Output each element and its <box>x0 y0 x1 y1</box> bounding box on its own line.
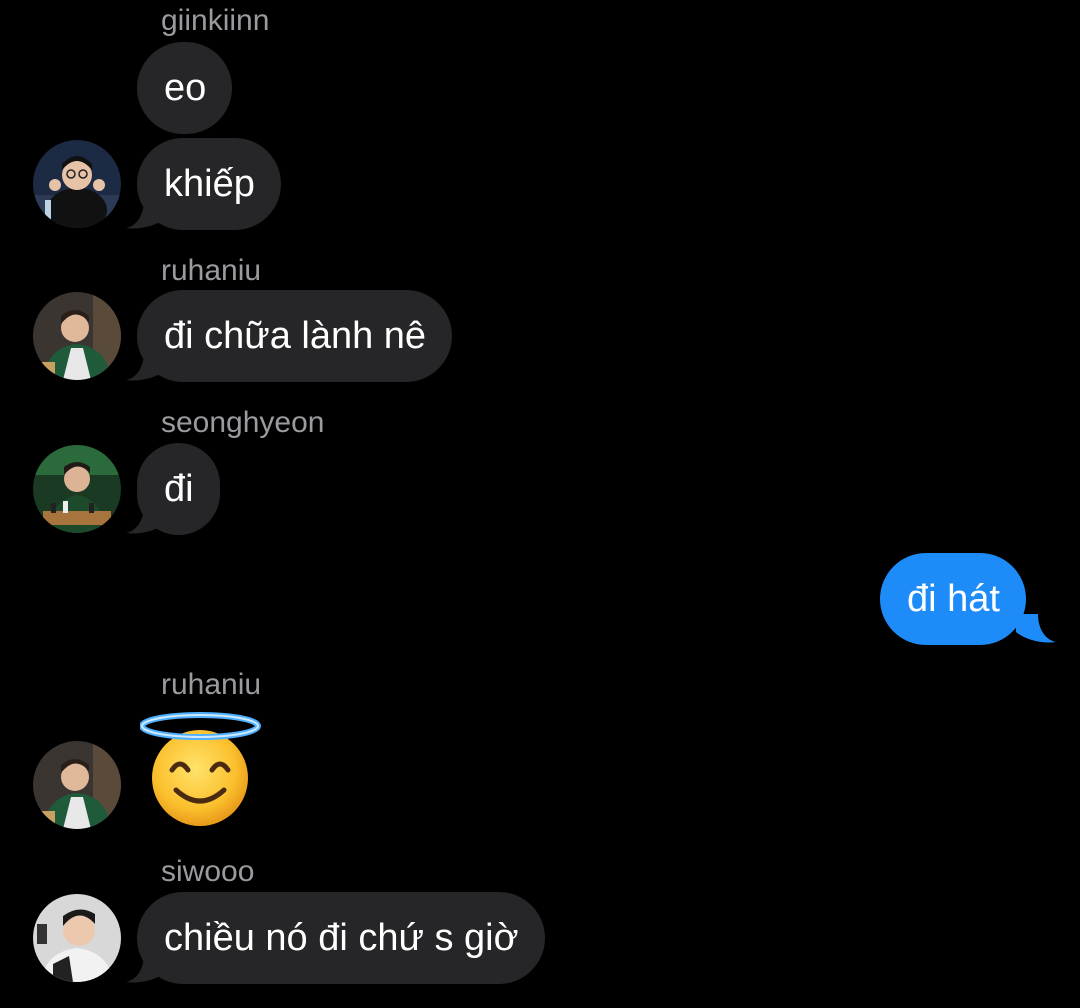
sender-name: ruhaniu <box>161 668 262 701</box>
avatar[interactable] <box>33 140 121 228</box>
message-bubble-outgoing[interactable]: đi hát <box>880 553 1026 645</box>
message-bubble[interactable]: đi chữa lành nê <box>137 290 453 382</box>
message-bubble[interactable]: eo <box>137 42 233 134</box>
avatar[interactable] <box>33 292 121 380</box>
avatar[interactable] <box>33 741 121 829</box>
avatar[interactable] <box>33 445 121 533</box>
sender-name: siwooo <box>161 855 255 888</box>
bubble-tail <box>126 352 166 381</box>
bubble-tail-outgoing <box>1016 614 1056 643</box>
sender-name: seonghyeon <box>161 406 325 439</box>
message-bubble[interactable]: chiều nó đi chứ s giờ <box>137 892 545 984</box>
smiling-face-with-halo-icon[interactable] <box>140 712 264 828</box>
avatar[interactable] <box>33 894 121 982</box>
bubble-tail <box>126 954 166 983</box>
sender-name: giinkiinn <box>161 4 270 37</box>
sender-name: ruhaniu <box>161 254 262 287</box>
bubble-tail <box>126 200 166 229</box>
bubble-tail <box>126 505 166 534</box>
